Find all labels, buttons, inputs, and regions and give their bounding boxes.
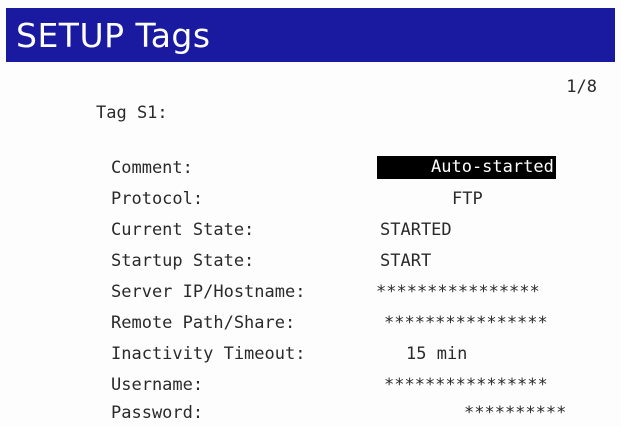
field-label-password: Password: [111, 403, 204, 423]
page-indicator: 1/8 [566, 77, 597, 97]
startup-state-field[interactable]: START [380, 253, 431, 270]
field-label-protocol: Protocol: [111, 189, 204, 209]
remote-path-field[interactable]: **************** [384, 315, 548, 332]
server-ip-field[interactable]: **************** [376, 284, 540, 301]
field-label-startup-state: Startup State: [111, 251, 255, 271]
username-field[interactable]: **************** [384, 377, 548, 394]
current-state-field: STARTED [380, 220, 452, 240]
field-label-server-ip: Server IP/Hostname: [111, 282, 306, 302]
field-label-username: Username: [111, 375, 204, 395]
field-label-current-state: Current State: [111, 220, 255, 240]
field-label-inactivity-timeout: Inactivity Timeout: [111, 344, 306, 364]
setup-tags-screen: SETUP Tags 1/8 Tag S1: Comment: Auto-sta… [0, 0, 621, 427]
comment-field[interactable]: Auto-started [377, 156, 556, 179]
page-title: SETUP Tags [16, 15, 211, 55]
protocol-field[interactable]: FTP [452, 191, 483, 208]
field-label-remote-path: Remote Path/Share: [111, 313, 296, 333]
inactivity-timeout-field[interactable]: 15 min [406, 346, 467, 363]
field-label-comment: Comment: [111, 158, 193, 178]
password-field[interactable]: ********** [464, 405, 566, 422]
tag-header: Tag S1: [96, 103, 168, 123]
title-bar: SETUP Tags [6, 8, 615, 62]
